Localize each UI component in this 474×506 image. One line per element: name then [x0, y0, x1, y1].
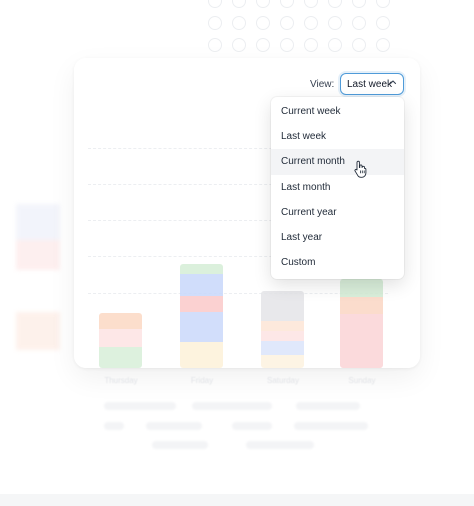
legend-entry: [104, 402, 176, 410]
chevron-up-icon: [389, 80, 397, 85]
menu-item-last-week[interactable]: Last week: [271, 124, 404, 149]
view-dropdown-menu: Current week Last week Current month Las…: [271, 97, 404, 279]
day-label-friday: Friday: [190, 376, 214, 385]
day-label-thursday: Thursday: [104, 376, 138, 385]
hand-pointer-cursor-icon: [354, 160, 367, 178]
view-label: View:: [310, 79, 335, 90]
page-bottom-strip: [0, 494, 474, 506]
day-label-saturday: Saturday: [266, 376, 300, 385]
legend-entry: [232, 422, 272, 430]
legend-entry: [294, 422, 368, 430]
menu-item-current-month[interactable]: Current month: [271, 149, 404, 175]
menu-item-last-year[interactable]: Last year: [271, 225, 404, 250]
bar-sunday: [340, 279, 383, 368]
legend-entry: [146, 422, 202, 430]
legend-entry: [296, 402, 360, 410]
legend-entry: [104, 422, 124, 430]
legend-entry: [192, 402, 272, 410]
view-select[interactable]: Last week: [340, 73, 404, 95]
day-label-sunday: Sunday: [348, 376, 376, 385]
bar-saturday: [261, 291, 304, 368]
bar-friday: [180, 264, 223, 368]
menu-item-last-month[interactable]: Last month: [271, 175, 404, 200]
menu-item-current-year[interactable]: Current year: [271, 200, 404, 225]
legend-entry: [152, 441, 208, 449]
menu-item-custom[interactable]: Custom: [271, 250, 404, 275]
view-select-value: Last week: [347, 78, 393, 90]
bar-thursday: [99, 313, 142, 368]
decorative-dot-pattern: [204, 0, 404, 58]
background-card-ghost: [16, 200, 64, 360]
menu-item-current-week[interactable]: Current week: [271, 99, 404, 124]
legend-entry: [246, 441, 314, 449]
